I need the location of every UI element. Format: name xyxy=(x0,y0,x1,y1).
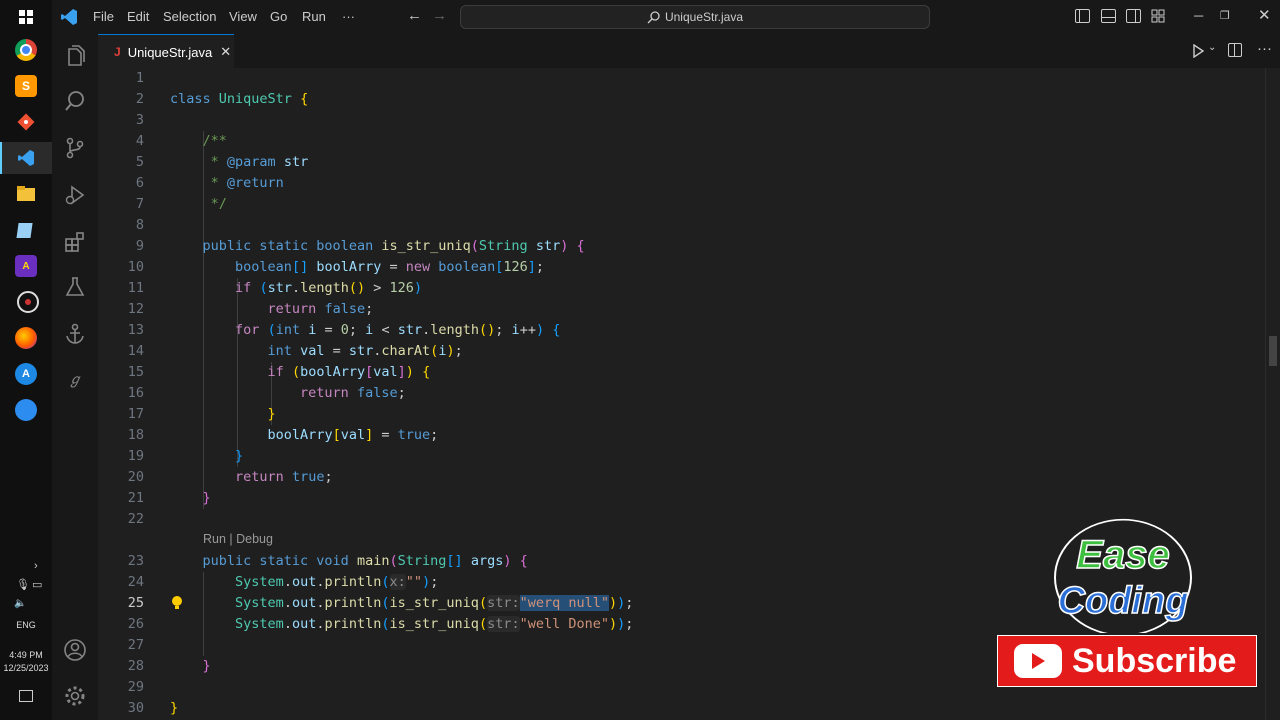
youtube-play-icon xyxy=(1014,644,1062,678)
language-indicator[interactable]: ENG xyxy=(0,620,52,630)
code-line: 2 class UniqueStr { xyxy=(135,91,309,107)
run-java-icon[interactable] xyxy=(1191,43,1205,63)
title-bar: File Edit Selection View Go Run ··· ← → … xyxy=(52,0,1280,35)
network-icon[interactable]: ▭ xyxy=(32,578,42,591)
restore-icon[interactable]: ❐ xyxy=(1220,9,1230,22)
close-window-icon[interactable]: ✕ xyxy=(1258,6,1271,24)
code-line: 3 xyxy=(135,112,144,128)
vscode-logo-icon xyxy=(60,8,78,31)
svg-text:Coding: Coding xyxy=(1058,580,1189,622)
run-and-debug-icon[interactable] xyxy=(62,182,88,208)
file-explorer-icon[interactable] xyxy=(15,183,37,205)
menu-file[interactable]: File xyxy=(93,9,114,24)
code-line: 12 return false; xyxy=(127,301,374,317)
subscribe-label: Subscribe xyxy=(1072,641,1237,680)
customize-layout-icon[interactable] xyxy=(1151,9,1165,28)
code-line: 6 * @return xyxy=(135,175,284,191)
chevron-right-icon[interactable]: › xyxy=(34,560,38,572)
testing-flask-icon[interactable] xyxy=(62,274,88,300)
firefox-icon[interactable] xyxy=(15,327,37,349)
run-dropdown-chevron-icon[interactable]: ⌄ xyxy=(1208,42,1216,53)
close-tab-icon[interactable]: ✕ xyxy=(220,44,231,60)
explorer-icon[interactable] xyxy=(62,43,88,69)
back-arrow-icon[interactable]: ← xyxy=(407,7,422,24)
anchor-icon[interactable] xyxy=(62,321,88,347)
clock-date[interactable]: 12/25/2023 xyxy=(0,663,52,673)
code-line: 8 xyxy=(135,217,144,233)
manage-gear-icon[interactable] xyxy=(62,683,88,709)
code-line: 15 if (boolArry[val]) { xyxy=(127,364,431,380)
windows-taskbar: S A A › 🎙 ▭ 🔈 ENG 4:49 PM 12/25/2023 xyxy=(0,0,54,720)
more-actions-icon[interactable]: ··· xyxy=(1257,40,1272,57)
toggle-panel-icon[interactable] xyxy=(1101,9,1116,23)
camera-app-icon[interactable] xyxy=(17,291,39,313)
toggle-primary-sidebar-icon[interactable] xyxy=(1075,9,1090,23)
tab-label: UniqueStr.java xyxy=(127,44,213,60)
code-line: 16 return false; xyxy=(127,385,406,401)
app-store-icon[interactable]: A xyxy=(15,363,37,385)
code-line: 7 */ xyxy=(135,196,227,212)
menu-selection[interactable]: Selection xyxy=(163,9,216,24)
code-line: 21 } xyxy=(127,490,211,506)
lightbulb-icon[interactable] xyxy=(171,595,183,616)
code-line: 11 if (str.length() > 126) xyxy=(127,280,423,296)
code-line: 14 int val = str.charAt(i); xyxy=(127,343,463,359)
code-line: 19 } xyxy=(127,448,244,464)
ease-coding-logo: Ease Coding xyxy=(1038,518,1208,637)
extension-script-icon[interactable]: ℊ xyxy=(62,366,88,392)
notepad-icon[interactable] xyxy=(15,219,37,241)
windows-start-icon[interactable] xyxy=(19,10,33,24)
code-line: 10 boolean[] boolArry = new boolean[126]… xyxy=(127,259,545,275)
toggle-secondary-sidebar-icon[interactable] xyxy=(1126,9,1141,23)
command-center-search[interactable]: UniqueStr.java xyxy=(460,5,930,29)
microphone-icon[interactable]: 🎙 xyxy=(16,578,30,591)
clock-time[interactable]: 4:49 PM xyxy=(0,650,52,660)
code-line: 17 } xyxy=(127,406,276,422)
app-icon[interactable]: A xyxy=(15,255,37,277)
menu-view[interactable]: View xyxy=(229,9,257,24)
minimize-icon[interactable]: ─ xyxy=(1194,8,1203,23)
run-debug-codelens[interactable]: Run | Debug xyxy=(203,532,273,546)
sublime-text-icon[interactable]: S xyxy=(15,75,37,97)
chrome-icon[interactable] xyxy=(15,39,37,61)
code-line: 30} xyxy=(127,700,179,716)
code-line: 18 boolArry[val] = true; xyxy=(127,427,439,443)
java-file-icon: J xyxy=(114,45,121,59)
editor-scrollbar[interactable] xyxy=(1265,68,1280,720)
scrollbar-thumb[interactable] xyxy=(1269,336,1277,366)
git-icon[interactable] xyxy=(15,111,37,133)
activity-bar: ℊ xyxy=(52,34,99,720)
search-view-icon[interactable] xyxy=(62,88,88,114)
accounts-icon[interactable] xyxy=(62,637,88,663)
code-line: 1 xyxy=(135,70,144,86)
search-icon xyxy=(647,11,660,24)
menu-more[interactable]: ··· xyxy=(342,9,355,24)
search-label: UniqueStr.java xyxy=(664,10,744,24)
split-editor-icon[interactable] xyxy=(1228,43,1242,57)
vscode-icon[interactable] xyxy=(15,147,37,169)
extensions-icon[interactable] xyxy=(62,229,88,255)
code-line: 20 return true; xyxy=(127,469,333,485)
browser-icon[interactable] xyxy=(15,399,37,421)
menu-edit[interactable]: Edit xyxy=(127,9,149,24)
svg-text:Ease: Ease xyxy=(1076,533,1169,577)
forward-arrow-icon[interactable]: → xyxy=(432,7,447,24)
code-line: 9 public static boolean is_str_uniq(Stri… xyxy=(135,238,585,254)
tab-uniquestr-java[interactable]: J UniqueStr.java ✕ xyxy=(98,34,234,69)
source-control-icon[interactable] xyxy=(62,135,88,161)
subscribe-button[interactable]: Subscribe xyxy=(997,635,1257,687)
menu-go[interactable]: Go xyxy=(270,9,287,24)
notification-icon[interactable] xyxy=(19,690,33,702)
code-line: 13 for (int i = 0; i < str.length(); i++… xyxy=(127,322,561,338)
editor-tab-bar: J UniqueStr.java ✕ ⌄ ··· xyxy=(98,34,1280,69)
code-line: 4 /** xyxy=(135,133,227,149)
menu-run[interactable]: Run xyxy=(302,9,326,24)
volume-icon[interactable]: 🔈 xyxy=(14,598,26,609)
code-line: 5 * @param str xyxy=(135,154,309,170)
